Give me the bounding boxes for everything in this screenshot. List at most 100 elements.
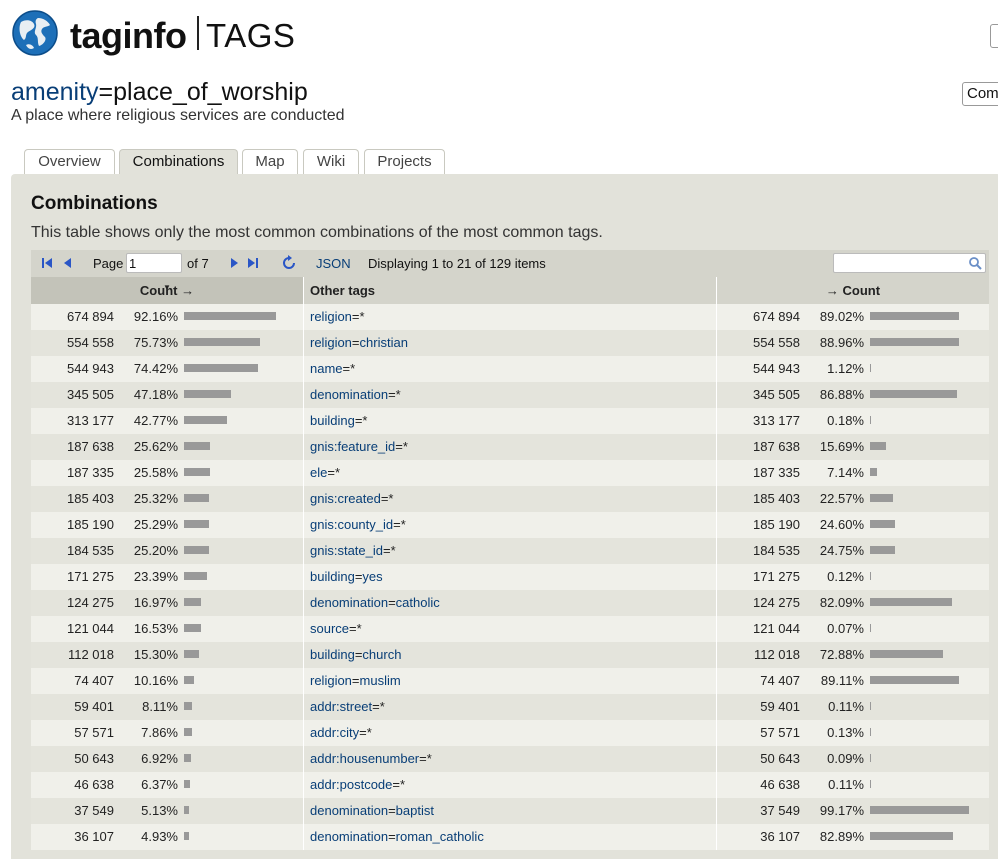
table-search-input[interactable] [833, 253, 986, 273]
count2-value: 674 894 [753, 309, 800, 324]
tab-combinations[interactable]: Combinations [119, 149, 238, 176]
column-separator [303, 642, 304, 668]
other-tag-key-link[interactable]: denomination [310, 829, 388, 844]
other-tag-key-link[interactable]: gnis:county_id [310, 517, 393, 532]
count-value: 50 643 [74, 751, 114, 766]
other-tag-value[interactable]: baptist [396, 803, 434, 818]
other-tag-key-link[interactable]: denomination [310, 595, 388, 610]
page-number-input[interactable] [126, 253, 182, 273]
table-row: 187 638 25.62% gnis:feature_id=* 187 638 15.… [31, 434, 989, 460]
count2-bar [870, 832, 953, 840]
tag-key-link[interactable]: amenity [11, 78, 99, 106]
other-tag-key-link[interactable]: addr:street [310, 699, 372, 714]
tab-map[interactable]: Map [242, 149, 298, 175]
other-tag-value[interactable]: roman_catholic [396, 829, 484, 844]
count-value: 544 943 [67, 361, 114, 376]
other-tag-key-link[interactable]: addr:city [310, 725, 359, 740]
other-tag-key-link[interactable]: gnis:created [310, 491, 381, 506]
table-row: 57 571 7.86% addr:city=* 57 571 0.13% [31, 720, 989, 746]
column-separator [303, 798, 304, 824]
count2-value: 544 943 [753, 361, 800, 376]
count2-value: 59 401 [760, 699, 800, 714]
column-separator [303, 512, 304, 538]
other-tag-value: * [379, 699, 385, 714]
page-count-label: of 7 [187, 256, 209, 271]
count-value: 124 275 [67, 595, 114, 610]
tab-overview[interactable]: Overview [24, 149, 115, 175]
other-tag-value[interactable]: church [362, 647, 401, 662]
other-tag-key-link[interactable]: gnis:state_id [310, 543, 383, 558]
count-value: 112 018 [67, 647, 114, 662]
other-tag-value[interactable]: christian [360, 335, 408, 350]
count-percent: 23.39% [133, 569, 178, 584]
table-row: 46 638 6.37% addr:postcode=* 46 638 0.11% [31, 772, 989, 798]
count-value: 674 894 [67, 309, 114, 324]
table-row: 37 549 5.13% denomination=baptist 37 549 99.… [31, 798, 989, 824]
json-link[interactable]: JSON [316, 256, 351, 271]
header-search-box[interactable] [990, 24, 998, 48]
count-value: 74 407 [74, 673, 114, 688]
other-tag-key-link[interactable]: source [310, 621, 349, 636]
other-tag: addr:housenumber=* [310, 751, 432, 766]
column-count-right[interactable]: → Count [717, 277, 989, 304]
other-tag-key-link[interactable]: name [310, 361, 343, 376]
other-tag-key-link[interactable]: building [310, 569, 355, 584]
other-tag-key-link[interactable]: denomination [310, 803, 388, 818]
column-count-left[interactable]: Count → ▼ [31, 277, 303, 304]
count2-percent: 0.18% [827, 413, 864, 428]
other-tag: gnis:created=* [310, 491, 394, 506]
other-tag-key-link[interactable]: denomination [310, 387, 388, 402]
other-tag-key-link[interactable]: religion [310, 335, 352, 350]
other-tag: addr:postcode=* [310, 777, 406, 792]
count-value: 184 535 [67, 543, 114, 558]
count-percent: 75.73% [133, 335, 178, 350]
first-page-icon[interactable] [40, 256, 54, 270]
count2-value: 37 549 [760, 803, 800, 818]
count-percent: 74.42% [133, 361, 178, 376]
other-tag: building=* [310, 413, 368, 428]
count-bar [184, 806, 190, 814]
count2-percent: 88.96% [819, 335, 864, 350]
other-tag-value[interactable]: muslim [360, 673, 401, 688]
other-tag-key-link[interactable]: building [310, 647, 355, 662]
count-bar [184, 364, 259, 372]
column-other-tags[interactable]: Other tags [310, 277, 710, 304]
reload-icon[interactable] [281, 255, 297, 271]
other-tag-key-link[interactable]: religion [310, 309, 352, 324]
prev-page-icon[interactable] [61, 256, 75, 270]
count2-value: 171 275 [753, 569, 800, 584]
other-tag-value[interactable]: catholic [396, 595, 440, 610]
count-bar [184, 702, 193, 710]
other-tag: religion=muslim [310, 673, 401, 688]
tab-projects[interactable]: Projects [364, 149, 445, 175]
count-bar [184, 780, 191, 788]
table-row: 171 275 23.39% building=yes 171 275 0.12% [31, 564, 989, 590]
table-row: 121 044 16.53% source=* 121 044 0.07% [31, 616, 989, 642]
last-page-icon[interactable] [246, 256, 260, 270]
count-percent: 7.86% [141, 725, 178, 740]
other-tag-key-link[interactable]: ele [310, 465, 327, 480]
next-page-icon[interactable] [227, 256, 241, 270]
other-tag-value: * [334, 465, 341, 480]
language-select[interactable]: Com [962, 82, 998, 106]
other-tag: gnis:state_id=* [310, 543, 396, 558]
globe-logo-icon[interactable] [12, 10, 58, 56]
tab-wiki[interactable]: Wiki [303, 149, 359, 175]
other-tag-value[interactable]: yes [362, 569, 382, 584]
count-value: 37 549 [74, 803, 114, 818]
count2-percent: 86.88% [819, 387, 864, 402]
count2-percent: 0.09% [827, 751, 864, 766]
other-tag-key-link[interactable]: addr:housenumber [310, 751, 419, 766]
other-tag-key-link[interactable]: building [310, 413, 355, 428]
table-row: 112 018 15.30% building=church 112 018 72.88… [31, 642, 989, 668]
brand-title[interactable]: taginfo [70, 14, 187, 58]
count2-bar [870, 728, 871, 736]
count2-bar [870, 546, 895, 554]
table-row: 345 505 47.18% denomination=* 345 505 86.88% [31, 382, 989, 408]
other-tag-key-link[interactable]: gnis:feature_id [310, 439, 395, 454]
other-tag-key-link[interactable]: religion [310, 673, 352, 688]
count-value: 554 558 [67, 335, 114, 350]
count-bar [184, 546, 210, 554]
column-separator [303, 460, 304, 486]
other-tag-key-link[interactable]: addr:postcode [310, 777, 392, 792]
